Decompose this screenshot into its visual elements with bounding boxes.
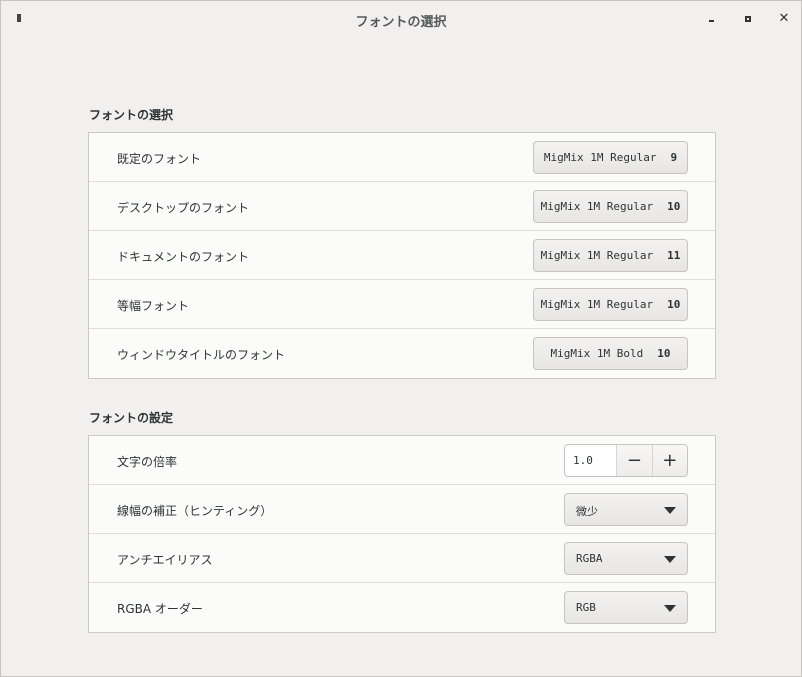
font-size: 10 (667, 298, 681, 311)
font-name: MigMix 1M Regular (540, 298, 654, 311)
font-row-label: デスクトップのフォント (117, 201, 250, 215)
window-title: フォントの選択 (355, 15, 447, 30)
decrease-button[interactable]: − (616, 445, 652, 476)
font-size: 9 (670, 151, 678, 164)
font-list: 既定のフォント MigMix 1M Regular 9 デスクトップのフォント … (88, 132, 716, 379)
settings-section-heading: フォントの設定 (89, 411, 174, 425)
font-name: MigMix 1M Regular (543, 151, 657, 164)
antialiasing-row: アンチエイリアス RGBA (89, 534, 715, 583)
minimize-icon[interactable] (704, 11, 720, 27)
dropdown-arrow-icon (664, 605, 676, 612)
scale-input[interactable]: 1.0 (565, 445, 616, 476)
font-row-label: ウィンドウタイトルのフォント (117, 348, 286, 362)
hinting-row: 線幅の補正（ヒンティング） 微少 (89, 485, 715, 534)
font-row-label: ドキュメントのフォント (117, 250, 250, 264)
settings-list: 文字の倍率 1.0 − + 線幅の補正（ヒンティング） 微少 アンチエイリアス … (88, 435, 716, 633)
font-name: MigMix 1M Regular (540, 200, 654, 213)
dropdown-arrow-icon (664, 556, 676, 563)
rgba-order-row: RGBA オーダー RGB (89, 583, 715, 632)
maximize-icon[interactable] (740, 11, 756, 27)
font-name: MigMix 1M Regular (540, 249, 654, 262)
font-row-label: 等幅フォント (117, 299, 190, 313)
scale-row: 文字の倍率 1.0 − + (89, 436, 715, 485)
increase-button[interactable]: + (651, 445, 688, 476)
dropdown-arrow-icon (664, 507, 676, 514)
hinting-label: 線幅の補正（ヒンティング） (117, 504, 273, 518)
font-row-document: ドキュメントのフォント MigMix 1M Regular 11 (89, 231, 715, 280)
window-title-font-button[interactable]: MigMix 1M Bold 10 (533, 337, 688, 370)
desktop-font-button[interactable]: MigMix 1M Regular 10 (533, 190, 688, 223)
scale-spinbutton: 1.0 − + (564, 444, 688, 477)
rgba-order-dropdown[interactable]: RGB (564, 591, 688, 624)
font-size: 11 (667, 249, 681, 262)
titlebar: フォントの選択 ✕ (1, 1, 801, 37)
default-font-button[interactable]: MigMix 1M Regular 9 (533, 141, 688, 174)
scale-label: 文字の倍率 (117, 455, 178, 469)
font-settings-window: フォントの選択 ✕ フォントの選択 既定のフォント MigMix 1M Regu… (0, 0, 802, 677)
antialiasing-value: RGBA (576, 552, 603, 565)
antialiasing-label: アンチエイリアス (117, 553, 213, 567)
font-row-default: 既定のフォント MigMix 1M Regular 9 (89, 133, 715, 182)
font-row-label: 既定のフォント (117, 152, 202, 166)
close-icon[interactable]: ✕ (776, 11, 792, 27)
font-row-window-title: ウィンドウタイトルのフォント MigMix 1M Bold 10 (89, 329, 715, 378)
hinting-value: 微少 (576, 505, 598, 518)
hinting-dropdown[interactable]: 微少 (564, 493, 688, 526)
rgba-order-value: RGB (576, 601, 596, 614)
monospace-font-button[interactable]: MigMix 1M Regular 10 (533, 288, 688, 321)
font-size: 10 (667, 200, 681, 213)
font-size: 10 (657, 347, 671, 360)
font-row-desktop: デスクトップのフォント MigMix 1M Regular 10 (89, 182, 715, 231)
document-font-button[interactable]: MigMix 1M Regular 11 (533, 239, 688, 272)
font-section-heading: フォントの選択 (89, 108, 174, 122)
font-row-monospace: 等幅フォント MigMix 1M Regular 10 (89, 280, 715, 329)
font-name: MigMix 1M Bold (550, 347, 644, 360)
antialiasing-dropdown[interactable]: RGBA (564, 542, 688, 575)
rgba-order-label: RGBA オーダー (117, 602, 203, 616)
